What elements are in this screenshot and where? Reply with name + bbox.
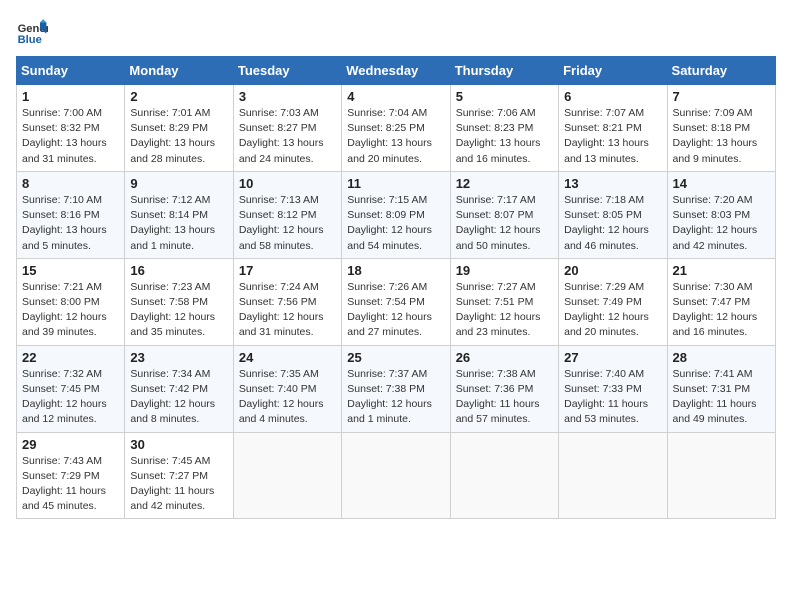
col-header-saturday: Saturday <box>667 57 775 85</box>
logo: General Blue <box>16 16 48 48</box>
calendar-cell-empty <box>667 432 775 519</box>
col-header-wednesday: Wednesday <box>342 57 450 85</box>
calendar-cell-22: 22Sunrise: 7:32 AMSunset: 7:45 PMDayligh… <box>17 345 125 432</box>
calendar-cell-29: 29Sunrise: 7:43 AMSunset: 7:29 PMDayligh… <box>17 432 125 519</box>
calendar-cell-2: 2Sunrise: 7:01 AMSunset: 8:29 PMDaylight… <box>125 85 233 172</box>
calendar-cell-15: 15Sunrise: 7:21 AMSunset: 8:00 PMDayligh… <box>17 258 125 345</box>
calendar-cell-25: 25Sunrise: 7:37 AMSunset: 7:38 PMDayligh… <box>342 345 450 432</box>
calendar-cell-12: 12Sunrise: 7:17 AMSunset: 8:07 PMDayligh… <box>450 171 558 258</box>
calendar-table: SundayMondayTuesdayWednesdayThursdayFrid… <box>16 56 776 519</box>
calendar-cell-13: 13Sunrise: 7:18 AMSunset: 8:05 PMDayligh… <box>559 171 667 258</box>
col-header-friday: Friday <box>559 57 667 85</box>
calendar-cell-7: 7Sunrise: 7:09 AMSunset: 8:18 PMDaylight… <box>667 85 775 172</box>
calendar-cell-11: 11Sunrise: 7:15 AMSunset: 8:09 PMDayligh… <box>342 171 450 258</box>
calendar-cell-14: 14Sunrise: 7:20 AMSunset: 8:03 PMDayligh… <box>667 171 775 258</box>
calendar-cell-1: 1Sunrise: 7:00 AMSunset: 8:32 PMDaylight… <box>17 85 125 172</box>
calendar-cell-6: 6Sunrise: 7:07 AMSunset: 8:21 PMDaylight… <box>559 85 667 172</box>
calendar-cell-30: 30Sunrise: 7:45 AMSunset: 7:27 PMDayligh… <box>125 432 233 519</box>
calendar-cell-26: 26Sunrise: 7:38 AMSunset: 7:36 PMDayligh… <box>450 345 558 432</box>
calendar-cell-28: 28Sunrise: 7:41 AMSunset: 7:31 PMDayligh… <box>667 345 775 432</box>
calendar-cell-empty <box>559 432 667 519</box>
calendar-cell-17: 17Sunrise: 7:24 AMSunset: 7:56 PMDayligh… <box>233 258 341 345</box>
calendar-cell-5: 5Sunrise: 7:06 AMSunset: 8:23 PMDaylight… <box>450 85 558 172</box>
calendar-cell-21: 21Sunrise: 7:30 AMSunset: 7:47 PMDayligh… <box>667 258 775 345</box>
calendar-cell-23: 23Sunrise: 7:34 AMSunset: 7:42 PMDayligh… <box>125 345 233 432</box>
calendar-cell-19: 19Sunrise: 7:27 AMSunset: 7:51 PMDayligh… <box>450 258 558 345</box>
calendar-cell-empty <box>233 432 341 519</box>
calendar-cell-27: 27Sunrise: 7:40 AMSunset: 7:33 PMDayligh… <box>559 345 667 432</box>
calendar-cell-empty <box>450 432 558 519</box>
col-header-monday: Monday <box>125 57 233 85</box>
calendar-cell-20: 20Sunrise: 7:29 AMSunset: 7:49 PMDayligh… <box>559 258 667 345</box>
calendar-cell-24: 24Sunrise: 7:35 AMSunset: 7:40 PMDayligh… <box>233 345 341 432</box>
col-header-thursday: Thursday <box>450 57 558 85</box>
calendar-cell-empty <box>342 432 450 519</box>
col-header-sunday: Sunday <box>17 57 125 85</box>
calendar-cell-18: 18Sunrise: 7:26 AMSunset: 7:54 PMDayligh… <box>342 258 450 345</box>
col-header-tuesday: Tuesday <box>233 57 341 85</box>
svg-text:Blue: Blue <box>18 34 42 46</box>
calendar-cell-4: 4Sunrise: 7:04 AMSunset: 8:25 PMDaylight… <box>342 85 450 172</box>
calendar-cell-9: 9Sunrise: 7:12 AMSunset: 8:14 PMDaylight… <box>125 171 233 258</box>
page-header: General Blue <box>16 16 776 48</box>
calendar-cell-16: 16Sunrise: 7:23 AMSunset: 7:58 PMDayligh… <box>125 258 233 345</box>
calendar-cell-8: 8Sunrise: 7:10 AMSunset: 8:16 PMDaylight… <box>17 171 125 258</box>
calendar-cell-3: 3Sunrise: 7:03 AMSunset: 8:27 PMDaylight… <box>233 85 341 172</box>
calendar-cell-10: 10Sunrise: 7:13 AMSunset: 8:12 PMDayligh… <box>233 171 341 258</box>
